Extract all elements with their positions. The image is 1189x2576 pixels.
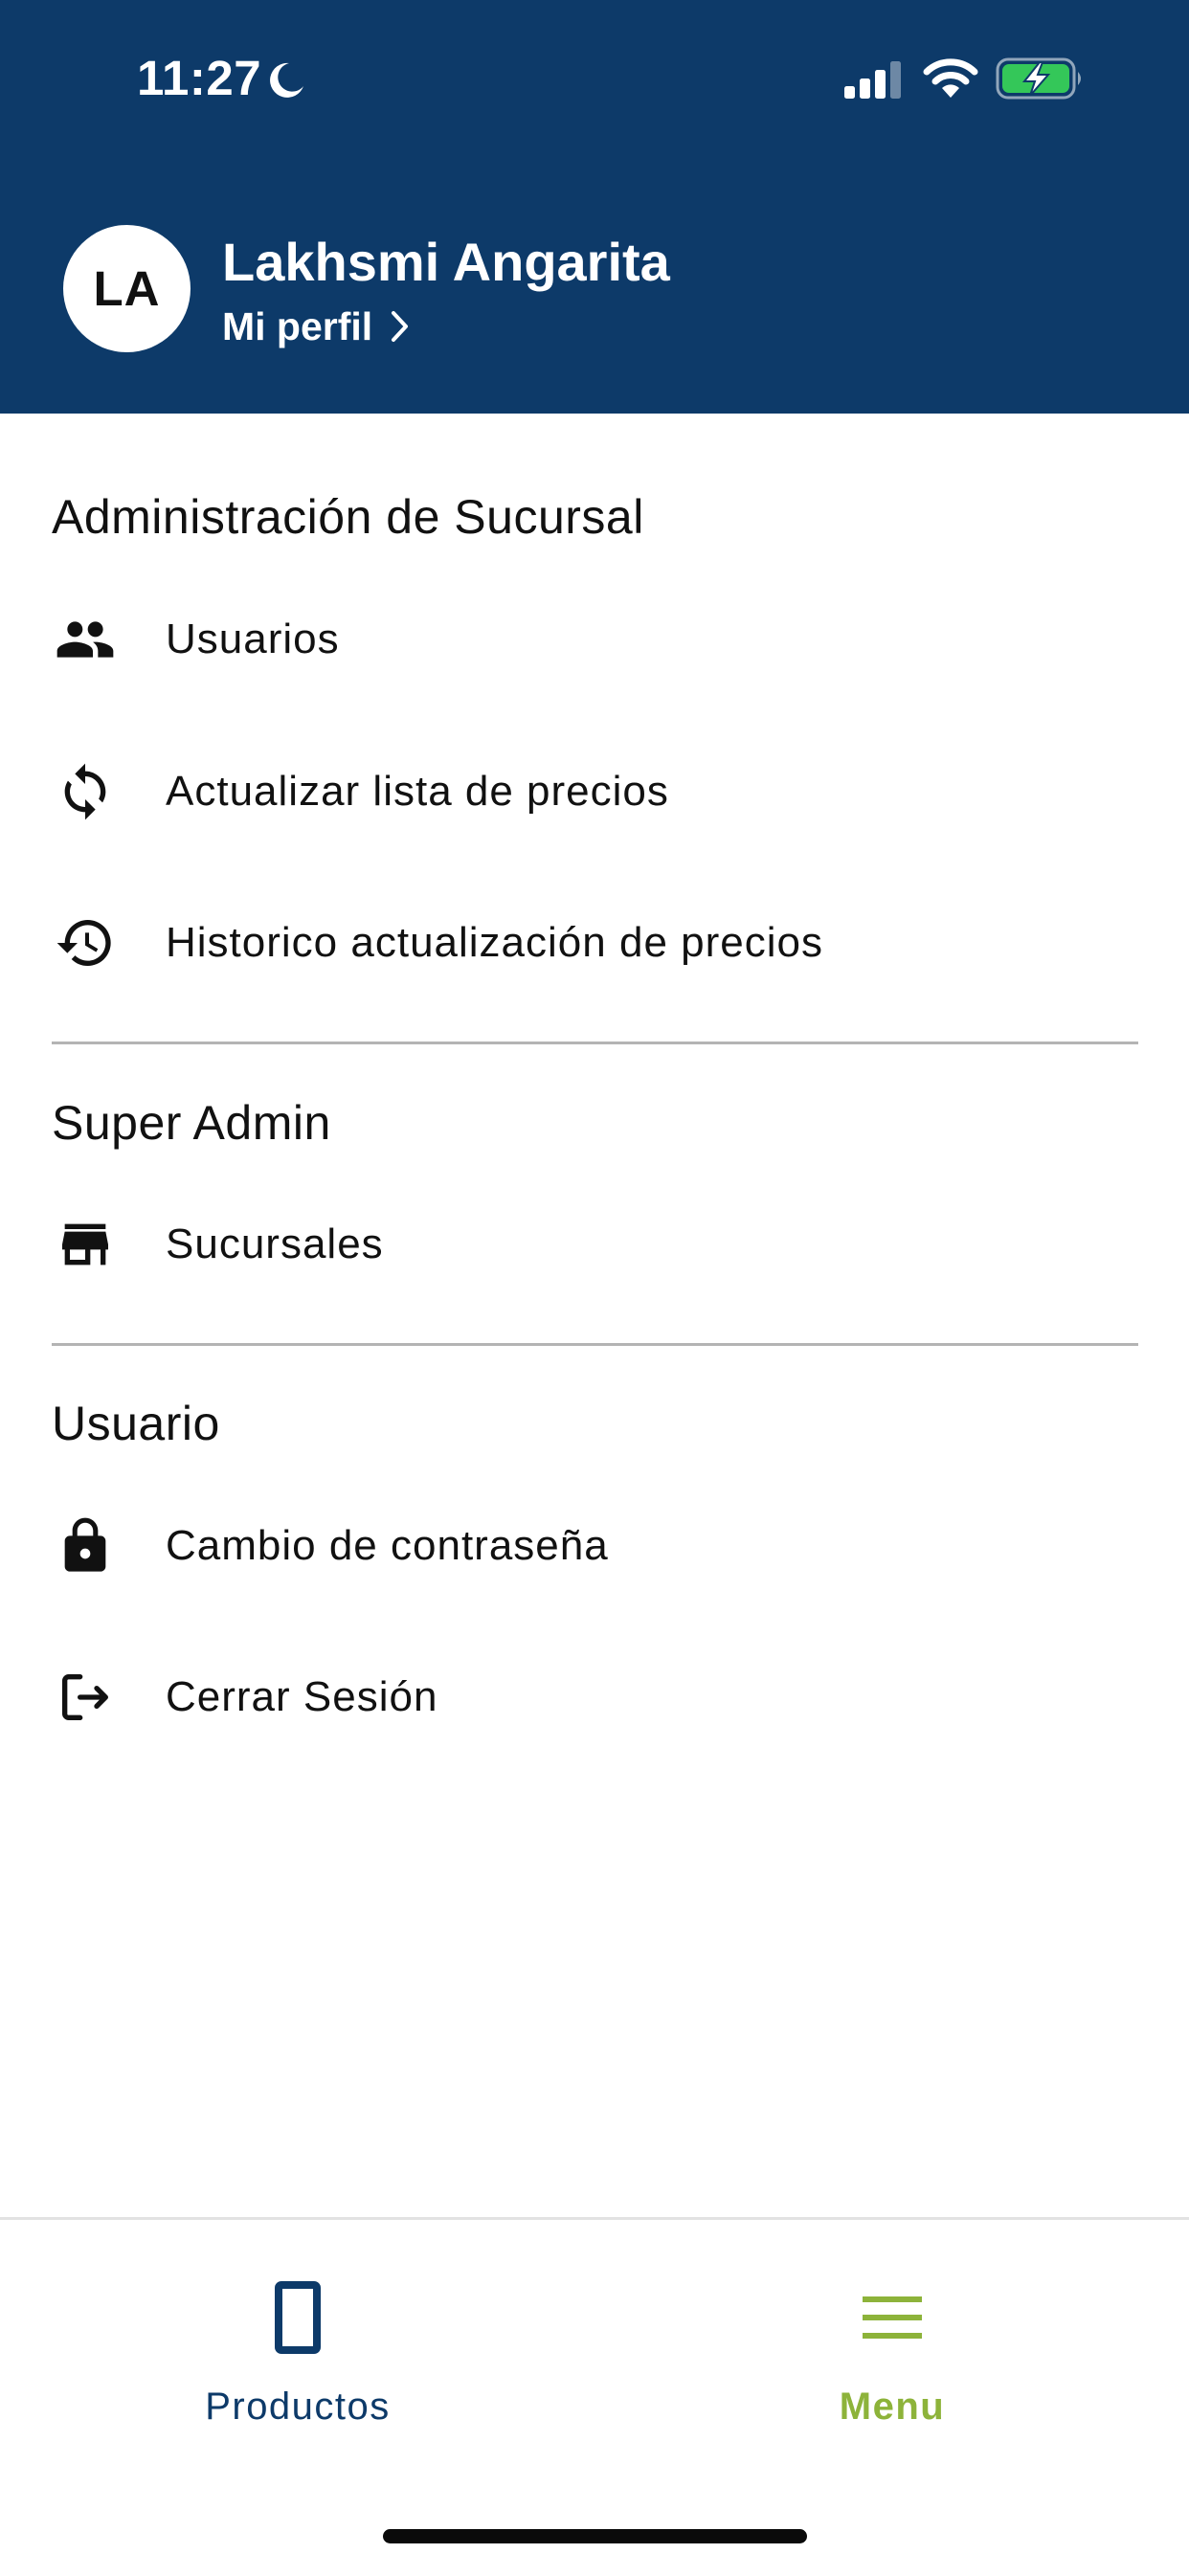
avatar[interactable]: LA — [63, 225, 191, 352]
divider — [52, 1343, 1138, 1346]
divider — [52, 1042, 1138, 1044]
moon-icon — [270, 62, 303, 98]
menu-item-label: Actualizar lista de precios — [166, 768, 669, 815]
store-icon — [52, 1211, 119, 1278]
app-header: 11:27 LA Lakhsmi Angarita Mi perfil — [0, 0, 1189, 414]
my-profile-link[interactable]: Mi perfil — [222, 301, 411, 352]
menu-item-usuarios[interactable]: Usuarios — [0, 577, 1189, 702]
tab-label: Menu — [839, 2386, 946, 2428]
hamburger-menu-icon — [863, 2296, 922, 2339]
menu-item-label: Cerrar Sesión — [166, 1673, 438, 1720]
my-profile-label: Mi perfil — [222, 303, 373, 348]
people-icon — [52, 606, 119, 673]
tab-productos[interactable]: Productos — [154, 2277, 441, 2440]
section-title-branch-admin: Administración de Sucursal — [52, 490, 644, 544]
menu-item-label: Cambio de contraseña — [166, 1522, 609, 1569]
history-icon — [52, 909, 119, 976]
menu-item-change-password[interactable]: Cambio de contraseña — [0, 1484, 1189, 1608]
menu-item-label: Sucursales — [166, 1221, 384, 1267]
lock-icon — [52, 1512, 119, 1579]
menu-item-update-price-list[interactable]: Actualizar lista de precios — [0, 729, 1189, 854]
chevron-right-icon — [392, 311, 409, 342]
menu-item-label: Historico actualización de precios — [166, 919, 823, 966]
phone-device-icon — [275, 2281, 321, 2354]
section-title-super-admin: Super Admin — [52, 1096, 331, 1150]
sync-icon — [52, 758, 119, 825]
menu-item-logout[interactable]: Cerrar Sesión — [0, 1635, 1189, 1759]
tab-label: Productos — [205, 2386, 391, 2428]
status-bar-time: 11:27 — [137, 51, 262, 105]
menu-item-label: Usuarios — [166, 616, 340, 662]
cellular-signal-icon — [844, 61, 901, 99]
tab-menu[interactable]: Menu — [749, 2277, 1036, 2440]
home-indicator[interactable] — [383, 2529, 807, 2543]
battery-charging-icon — [996, 57, 1081, 100]
logout-icon — [52, 1664, 119, 1731]
bottom-navigation: Productos Menu — [0, 2217, 1189, 2576]
menu-item-sucursales[interactable]: Sucursales — [0, 1182, 1189, 1307]
menu-item-price-history[interactable]: Historico actualización de precios — [0, 881, 1189, 1005]
wifi-icon — [923, 58, 978, 98]
section-title-usuario: Usuario — [52, 1397, 220, 1450]
user-name: Lakhsmi Angarita — [222, 232, 670, 292]
